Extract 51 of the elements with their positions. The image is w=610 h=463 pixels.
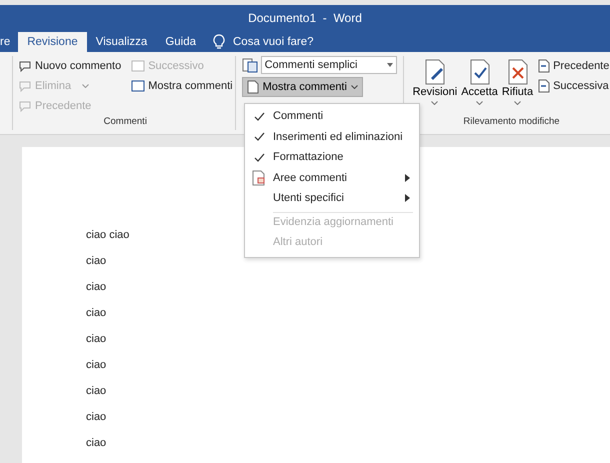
group-label: Commenti bbox=[102, 116, 148, 129]
caret-icon bbox=[350, 85, 358, 89]
document-arrow-icon bbox=[538, 79, 550, 93]
document-text: ciao bbox=[86, 411, 106, 425]
caret-icon bbox=[82, 84, 90, 88]
document-text: ciao bbox=[86, 385, 106, 399]
document-text: ciao ciao bbox=[86, 229, 130, 243]
caret-icon bbox=[476, 101, 484, 105]
ribbon-tab[interactable]: re bbox=[0, 32, 18, 52]
document-icon bbox=[252, 170, 266, 186]
tell-me-field[interactable]: Cosa vuoi fare? bbox=[225, 32, 345, 52]
window-icon bbox=[131, 60, 146, 72]
menu-item[interactable]: Formattazione bbox=[245, 147, 419, 168]
ribbon-button[interactable]: Nuovo commento bbox=[16, 56, 124, 76]
ribbon-button[interactable]: Precedente bbox=[536, 56, 610, 76]
document-text: ciao bbox=[86, 437, 106, 451]
menu-item[interactable]: Aree commenti bbox=[245, 168, 419, 188]
document-icon bbox=[246, 80, 259, 94]
document-text: ciao bbox=[86, 359, 106, 373]
window-icon bbox=[131, 80, 146, 92]
group-label: Rilevamento modifiche bbox=[462, 116, 561, 129]
dropdown-arrow-icon bbox=[386, 63, 393, 67]
comment-icon bbox=[18, 100, 32, 112]
ribbon-tab[interactable]: Revisione bbox=[18, 32, 87, 52]
markup-dropdown[interactable]: Commenti semplici bbox=[260, 56, 397, 74]
ribbon-tab[interactable]: Guida bbox=[156, 32, 205, 52]
caret-icon bbox=[514, 101, 521, 105]
document-text: ciao bbox=[86, 333, 106, 347]
menu-item[interactable]: Inserimenti ed eliminazioni bbox=[245, 126, 419, 147]
document-text: ciao bbox=[86, 255, 106, 269]
window-title: Documento1 - Word bbox=[248, 11, 362, 26]
lightbulb-icon bbox=[213, 34, 225, 50]
comment-icon bbox=[18, 60, 32, 72]
ribbon-button[interactable]: Accetta bbox=[460, 56, 499, 116]
document-text: ciao bbox=[86, 307, 106, 321]
ribbon-button[interactable]: Mostra commenti bbox=[129, 76, 235, 96]
submenu-arrow-icon bbox=[405, 174, 410, 182]
show-markup-button[interactable]: Mostra commenti bbox=[242, 77, 363, 97]
ribbon-button[interactable]: Rifiuta bbox=[500, 56, 534, 116]
ribbon-tab[interactable]: Visualizza bbox=[86, 32, 156, 52]
document-arrow-icon bbox=[538, 59, 550, 73]
caret-icon bbox=[431, 101, 438, 105]
document-text: ciao bbox=[86, 281, 106, 295]
menu-item[interactable]: Utenti specifici bbox=[245, 188, 419, 208]
markup-icon bbox=[242, 57, 258, 73]
submenu-arrow-icon bbox=[405, 194, 410, 202]
cross-document-icon bbox=[506, 58, 530, 86]
ribbon-button[interactable]: Successiva bbox=[536, 76, 610, 96]
edit-document-icon bbox=[422, 58, 447, 86]
check-document-icon bbox=[468, 58, 492, 86]
comment-icon bbox=[18, 80, 32, 92]
